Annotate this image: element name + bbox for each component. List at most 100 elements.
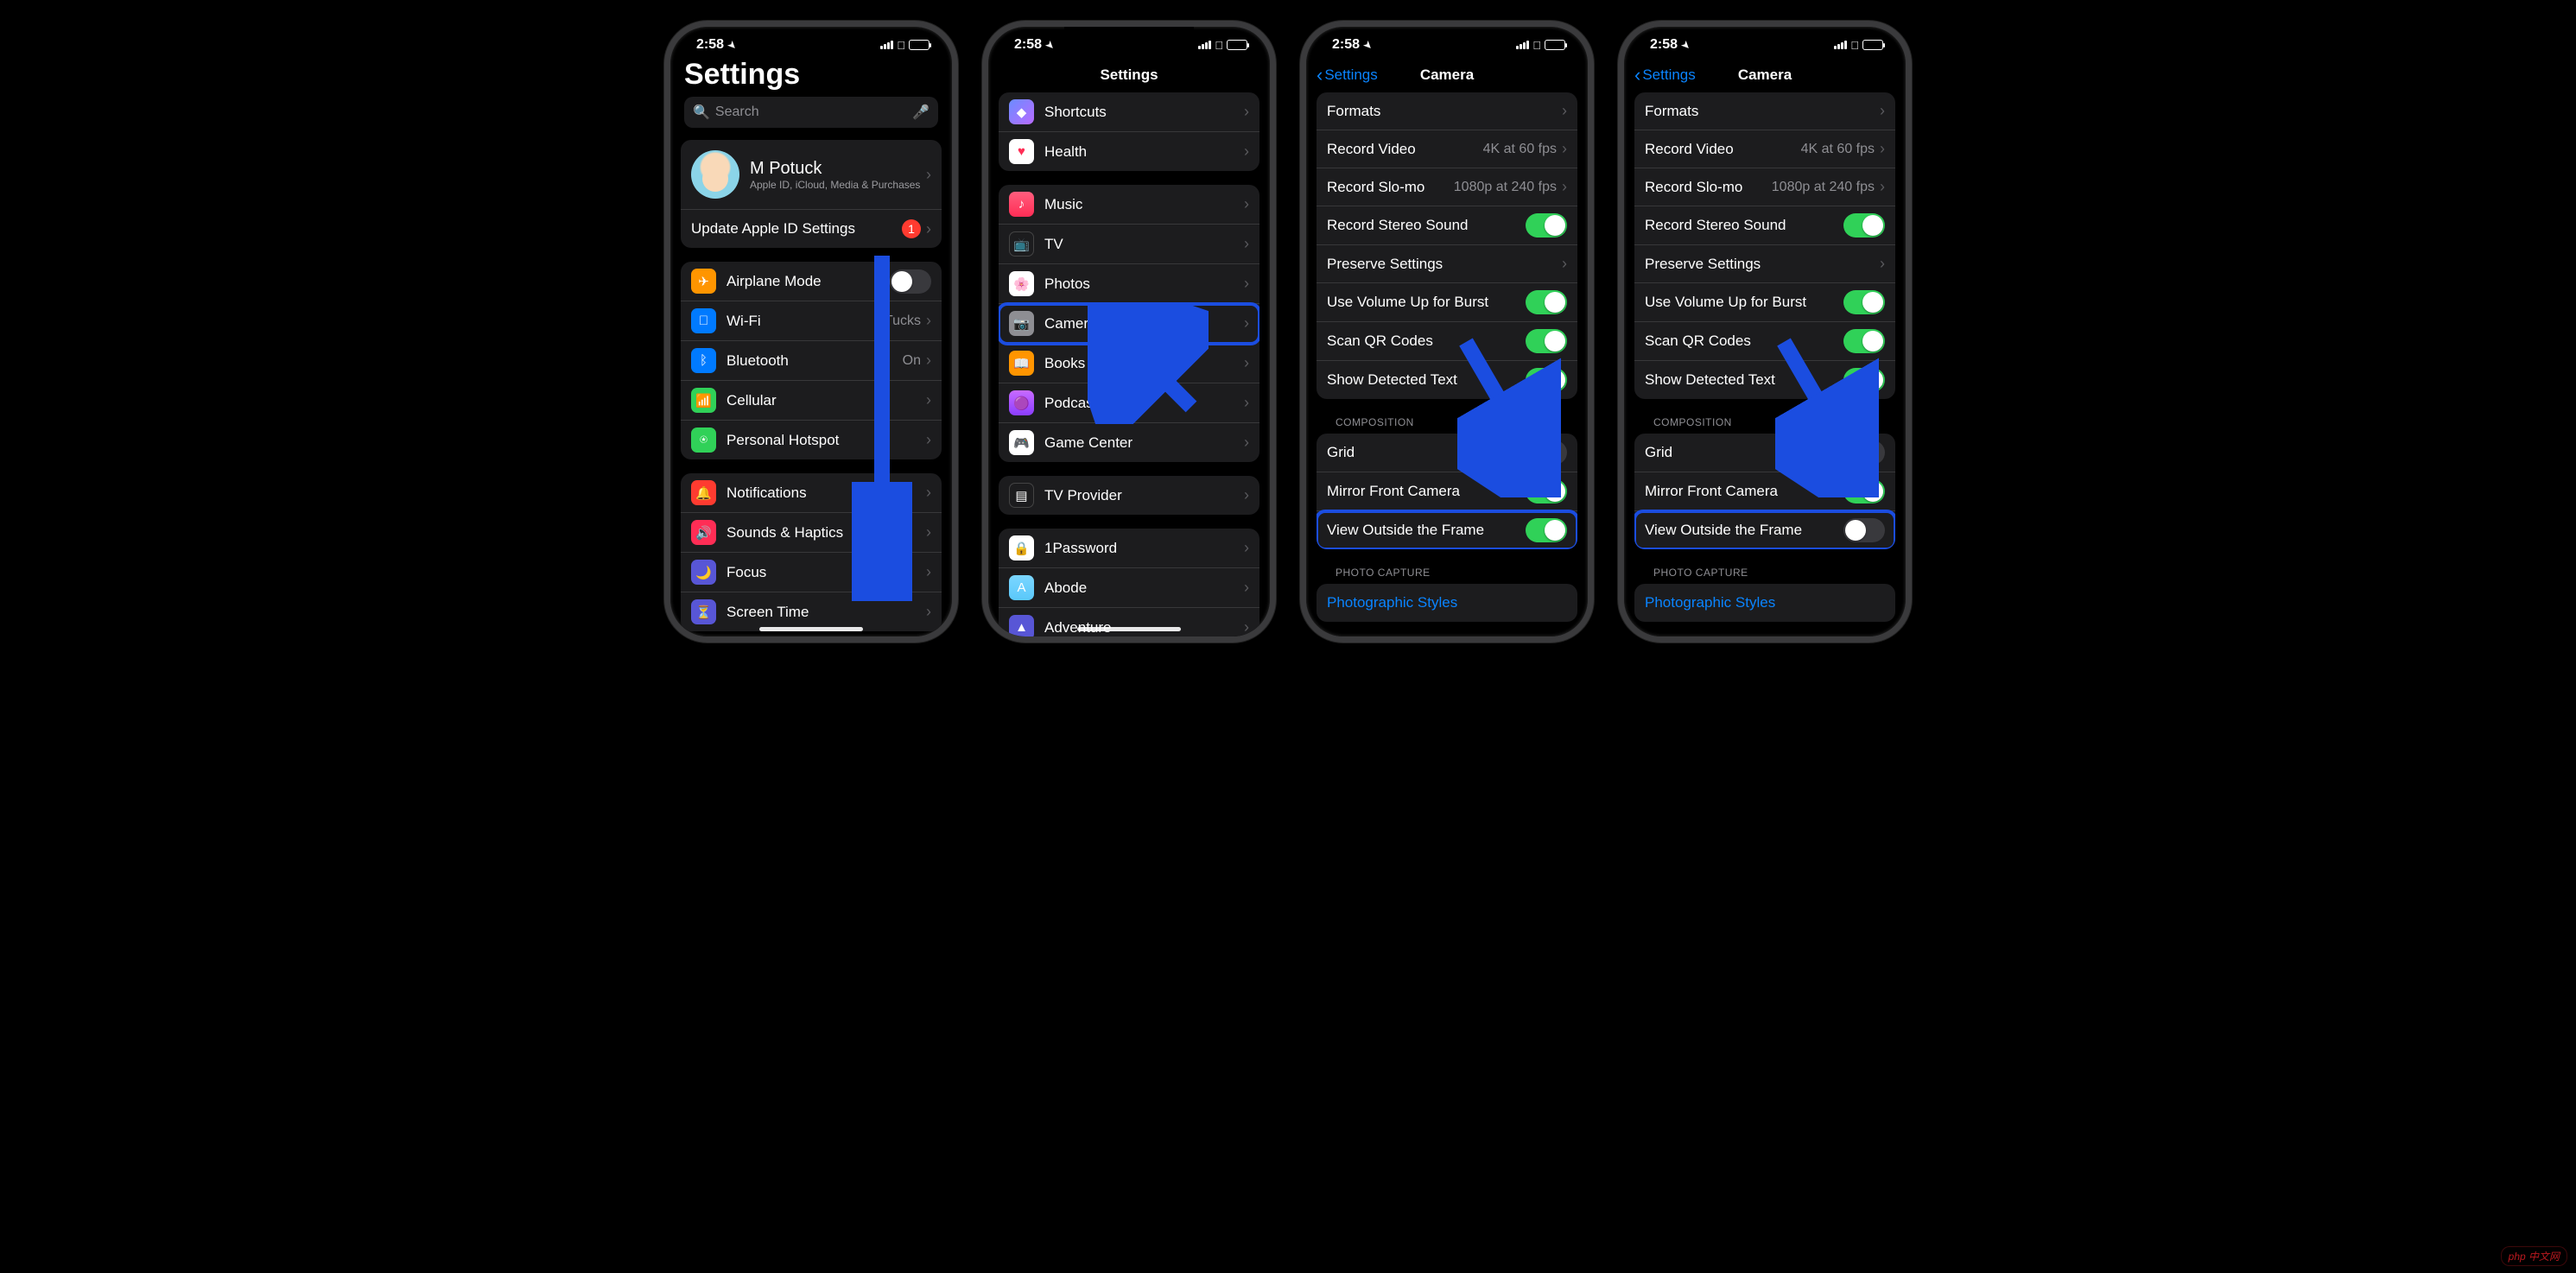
preserve-row[interactable]: Preserve Settings› [1634,245,1895,283]
status-time: 2:58 [696,37,724,53]
volume-burst-row[interactable]: Use Volume Up for Burst [1317,283,1577,322]
location-icon [1045,37,1054,53]
health-row[interactable]: ♥︎Health› [999,132,1259,171]
view-outside-row[interactable]: View Outside the Frame [1317,511,1577,549]
search-input[interactable]: 🔍 Search 🎤 [684,97,938,128]
podcasts-icon: 🟣 [1009,390,1034,415]
mirror-switch[interactable] [1526,479,1567,504]
chevron-right-icon: › [926,312,931,330]
photos-row[interactable]: 🌸Photos› [999,264,1259,304]
detected-text-switch[interactable] [1843,368,1885,392]
stereo-row[interactable]: Record Stereo Sound [1317,206,1577,245]
notch [1395,30,1499,56]
grid-row[interactable]: Grid [1634,434,1895,472]
phone-camera-on: 2:58 􀙇 ‹Settings Camera Formats› Record … [1300,21,1594,643]
focus-row[interactable]: 🌙 Focus › [681,553,942,592]
record-video-row[interactable]: Record Video4K at 60 fps› [1317,130,1577,168]
books-row[interactable]: 📖Books› [999,344,1259,383]
wifi-row[interactable]: 􀙇 Wi-Fi Tucks › [681,301,942,341]
music-row[interactable]: ♪Music› [999,185,1259,225]
grid-switch[interactable] [1526,440,1567,465]
detected-text-row[interactable]: Show Detected Text [1317,361,1577,399]
detected-text-row[interactable]: Show Detected Text [1634,361,1895,399]
abode-icon: A [1009,575,1034,600]
capture-header: PHOTO CAPTURE [1634,563,1895,584]
mirror-row[interactable]: Mirror Front Camera [1317,472,1577,511]
chevron-right-icon: › [926,563,931,581]
volume-burst-switch[interactable] [1843,290,1885,314]
phone-settings-main: 2:58 􀙇 Settings 🔍 Search 🎤 M Potuck Appl… [664,21,958,643]
focus-icon: 🌙 [691,560,716,585]
screentime-icon: ⏳ [691,599,716,624]
scan-qr-switch[interactable] [1526,329,1567,353]
profile-subtitle: Apple ID, iCloud, Media & Purchases [750,179,926,191]
notifications-icon: 🔔 [691,480,716,505]
cellular-icon: 📶 [691,388,716,413]
hotspot-row[interactable]: ⍟ Personal Hotspot › [681,421,942,459]
formats-row[interactable]: Formats› [1634,92,1895,130]
mirror-row[interactable]: Mirror Front Camera [1634,472,1895,511]
update-apple-id-row[interactable]: Update Apple ID Settings 1 › [681,210,942,248]
formats-row[interactable]: Formats› [1317,92,1577,130]
bluetooth-row[interactable]: ᛒ Bluetooth On › [681,341,942,381]
scan-qr-row[interactable]: Scan QR Codes [1634,322,1895,361]
home-indicator[interactable] [759,627,863,631]
sounds-row[interactable]: 🔊 Sounds & Haptics › [681,513,942,553]
gamecenter-icon: 🎮 [1009,430,1034,455]
back-button[interactable]: ‹Settings [1634,66,1696,84]
scan-qr-row[interactable]: Scan QR Codes [1317,322,1577,361]
preserve-row[interactable]: Preserve Settings› [1317,245,1577,283]
chevron-right-icon: › [926,431,931,449]
photographic-styles-row[interactable]: Photographic Styles [1634,584,1895,622]
camera-content: Formats› Record Video4K at 60 fps› Recor… [1624,92,1906,636]
tv-row[interactable]: 📺TV› [999,225,1259,264]
chevron-right-icon: › [926,352,931,370]
volume-burst-row[interactable]: Use Volume Up for Burst [1634,283,1895,322]
camera-row[interactable]: 📷Camera› [999,304,1259,344]
podcasts-row[interactable]: 🟣Podcasts› [999,383,1259,423]
abode-row[interactable]: AAbode› [999,568,1259,608]
screentime-row[interactable]: ⏳ Screen Time › [681,592,942,631]
1password-row[interactable]: 🔒1Password› [999,529,1259,568]
volume-burst-switch[interactable] [1526,290,1567,314]
airplane-switch[interactable] [890,269,931,294]
record-slomo-row[interactable]: Record Slo-mo1080p at 240 fps› [1317,168,1577,206]
back-button[interactable]: ‹Settings [1317,66,1378,84]
detected-text-switch[interactable] [1526,368,1567,392]
adventure-row[interactable]: ▲Adventure› [999,608,1259,636]
stereo-row[interactable]: Record Stereo Sound [1634,206,1895,245]
view-outside-switch[interactable] [1526,518,1567,542]
shortcuts-icon: ◆ [1009,99,1034,124]
chevron-right-icon: › [926,220,931,238]
composition-header: COMPOSITION [1317,413,1577,434]
record-slomo-row[interactable]: Record Slo-mo1080p at 240 fps› [1634,168,1895,206]
watermark: php 中文网 [2501,1246,2567,1266]
cellular-row[interactable]: 📶 Cellular › [681,381,942,421]
record-video-row[interactable]: Record Video4K at 60 fps› [1634,130,1895,168]
home-indicator[interactable] [1077,627,1181,631]
profile-row[interactable]: M Potuck Apple ID, iCloud, Media & Purch… [681,140,942,210]
microphone-icon[interactable]: 🎤 [912,104,930,121]
wifi-icon: 􀙇 [897,39,905,52]
chevron-right-icon: › [926,166,931,184]
gamecenter-row[interactable]: 🎮Game Center› [999,423,1259,462]
scan-qr-switch[interactable] [1843,329,1885,353]
chevron-right-icon: › [926,603,931,621]
notifications-row[interactable]: 🔔 Notifications › [681,473,942,513]
airplane-mode-row[interactable]: ✈︎ Airplane Mode [681,262,942,301]
grid-row[interactable]: Grid [1317,434,1577,472]
shortcuts-row[interactable]: ◆Shortcuts› [999,92,1259,132]
grid-switch[interactable] [1843,440,1885,465]
location-icon [727,37,736,53]
location-icon [1363,37,1372,53]
tvprovider-row[interactable]: ▤TV Provider› [999,476,1259,515]
composition-header: COMPOSITION [1634,413,1895,434]
photos-icon: 🌸 [1009,271,1034,296]
stereo-switch[interactable] [1526,213,1567,238]
mirror-switch[interactable] [1843,479,1885,504]
view-outside-row[interactable]: View Outside the Frame [1634,511,1895,549]
chevron-right-icon: › [926,484,931,502]
view-outside-switch[interactable] [1843,518,1885,542]
photographic-styles-row[interactable]: Photographic Styles [1317,584,1577,622]
stereo-switch[interactable] [1843,213,1885,238]
